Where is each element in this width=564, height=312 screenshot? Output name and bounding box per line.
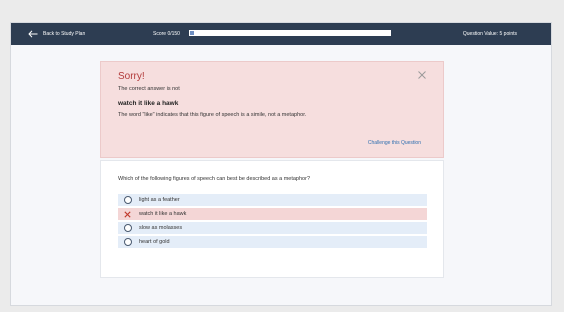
question-text: Which of the following figures of speech… [118,176,311,182]
feedback-explanation: The word "like" indicates that this figu… [118,112,307,118]
score-label: Score 0/150 [153,31,180,37]
score-progress-fill [190,31,194,35]
incorrect-answer: watch it like a hawk [118,100,179,107]
x-mark-icon [123,210,132,219]
back-link-label: Back to Study Plan [43,31,86,37]
score-progress-bar [189,30,391,36]
answer-option-label: watch it like a hawk [139,211,187,217]
main-content: Sorry! The correct answer is not watch i… [11,45,551,305]
radio-circle-icon[interactable] [123,224,132,233]
answer-options: light as a feather watch it like a hawk … [118,194,427,250]
question-value: Question Value: 5 points [462,31,517,37]
feedback-title: Sorry! [118,71,145,82]
radio-circle-icon[interactable] [123,196,132,205]
answer-option-label: slow as molasses [139,225,183,231]
back-to-study-plan-link[interactable]: Back to Study Plan [28,23,85,45]
answer-option-incorrect[interactable]: watch it like a hawk [118,208,427,220]
question-panel: Which of the following figures of speech… [100,160,444,278]
feedback-panel: Sorry! The correct answer is not watch i… [100,61,444,158]
challenge-question-link[interactable]: Challenge this Question [368,140,421,146]
close-icon[interactable] [417,70,427,80]
answer-option[interactable]: slow as molasses [118,222,427,234]
arrow-left-icon [28,30,38,38]
answer-option[interactable]: light as a feather [118,194,427,206]
page-frame: Back to Study Plan Score 0/150 Question … [10,22,552,306]
answer-option-label: light as a feather [139,197,180,203]
feedback-message: The correct answer is not [118,86,180,92]
radio-circle-icon[interactable] [123,238,132,247]
answer-option-label: heart of gold [139,239,170,245]
answer-option[interactable]: heart of gold [118,236,427,248]
top-bar: Back to Study Plan Score 0/150 Question … [11,23,551,45]
